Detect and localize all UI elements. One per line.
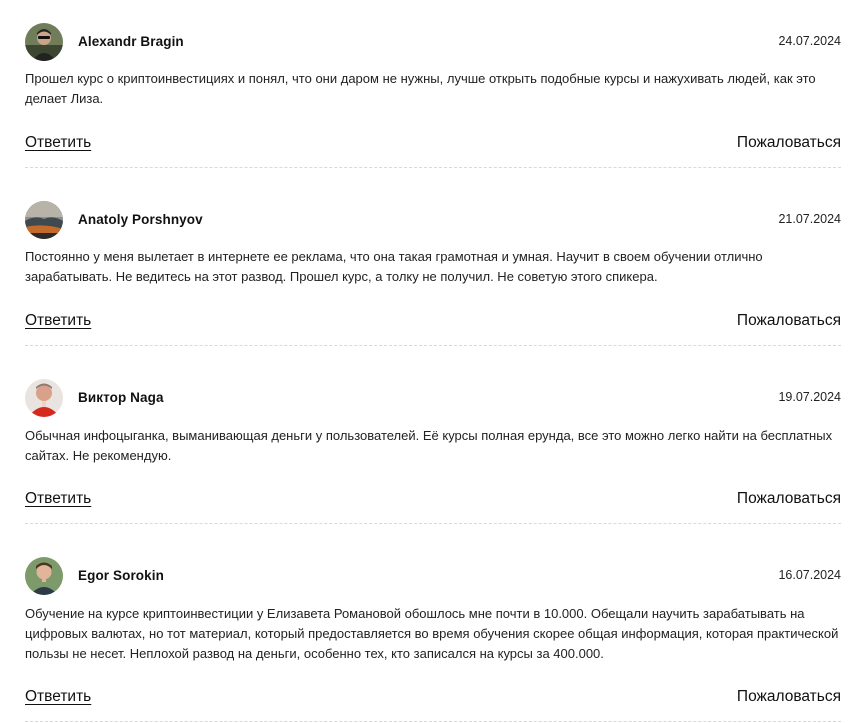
report-link[interactable]: Пожаловаться [737, 688, 841, 706]
author-name: Anatoly Porshnyov [78, 212, 203, 227]
reply-link[interactable]: Ответить [25, 312, 91, 330]
report-link[interactable]: Пожаловаться [737, 490, 841, 508]
comment-item: Egor Sorokin 16.07.2024 Обучение на курс… [25, 557, 841, 722]
comments-list: Alexandr Bragin 24.07.2024 Прошел курс о… [0, 0, 865, 723]
comment-text: Обучение на курсе криптоинвестиции у Ели… [25, 606, 839, 661]
comment-date: 21.07.2024 [778, 212, 841, 226]
report-link[interactable]: Пожаловаться [737, 134, 841, 152]
comment-date: 16.07.2024 [778, 568, 841, 582]
avatar[interactable] [25, 557, 63, 595]
comment-header: Anatoly Porshnyov 21.07.2024 [25, 201, 841, 241]
divider [25, 345, 841, 346]
comment-item: Anatoly Porshnyov 21.07.2024 Постоянно у… [25, 201, 841, 346]
comment-item: Виктор Naga 19.07.2024 Обычная инфоцыган… [25, 379, 841, 524]
comment-header: Alexandr Bragin 24.07.2024 [25, 23, 841, 63]
comment-text: Прошел курс о криптоинвестициях и понял,… [25, 71, 816, 106]
author-name: Alexandr Bragin [78, 34, 184, 49]
comment-date: 24.07.2024 [778, 34, 841, 48]
comment-date: 19.07.2024 [778, 390, 841, 404]
divider [25, 721, 841, 722]
divider [25, 167, 841, 168]
reply-link[interactable]: Ответить [25, 490, 91, 508]
comment-text: Обычная инфоцыганка, выманивающая деньги… [25, 428, 833, 463]
avatar[interactable] [25, 201, 63, 239]
comment-header: Виктор Naga 19.07.2024 [25, 379, 841, 419]
reply-link[interactable]: Ответить [25, 134, 91, 152]
author-name: Egor Sorokin [78, 568, 164, 583]
author-name: Виктор Naga [78, 390, 164, 405]
comment-text: Постоянно у меня вылетает в интернете ее… [25, 249, 763, 284]
comment-item: Alexandr Bragin 24.07.2024 Прошел курс о… [25, 23, 841, 168]
avatar[interactable] [25, 23, 63, 61]
avatar[interactable] [25, 379, 63, 417]
comment-header: Egor Sorokin 16.07.2024 [25, 557, 841, 597]
reply-link[interactable]: Ответить [25, 688, 91, 706]
report-link[interactable]: Пожаловаться [737, 312, 841, 330]
divider [25, 523, 841, 524]
